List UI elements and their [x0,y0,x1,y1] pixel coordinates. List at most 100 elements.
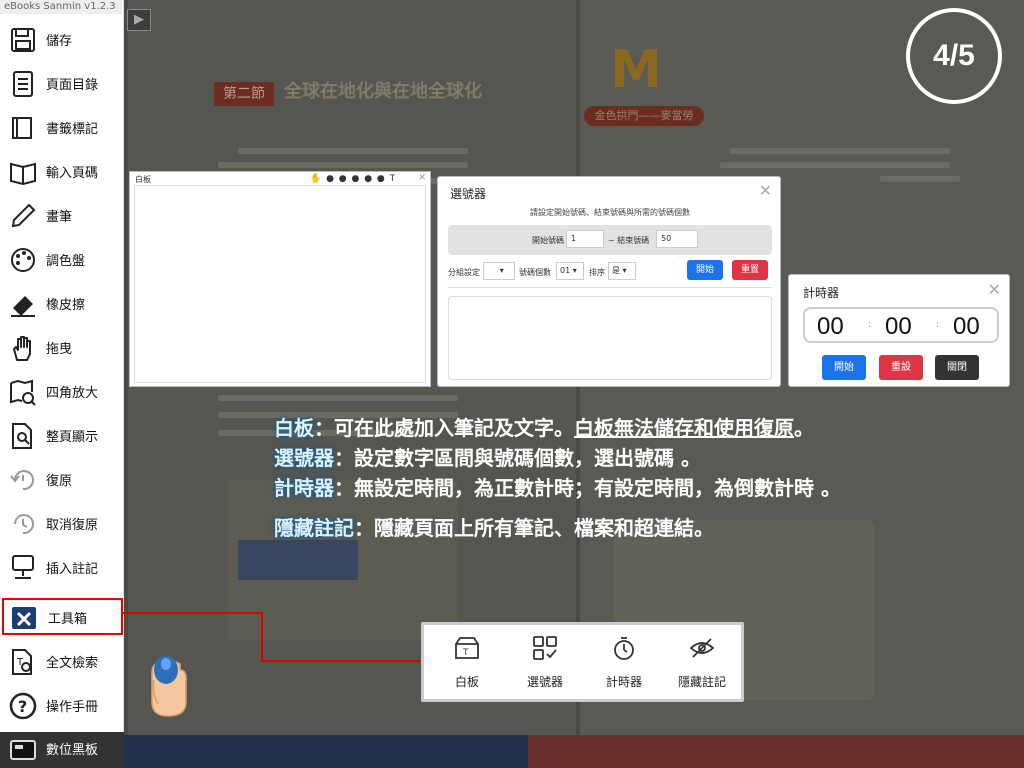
end-number-input[interactable]: 50 [656,230,698,248]
toolbox-hide-notes[interactable]: 隱藏註記 [667,635,737,695]
sidebar-item-label: 操作手冊 [46,700,99,715]
sidebar-item-label: 頁面目錄 [46,78,99,93]
sidebar-item-palette[interactable]: 調色盤 [0,238,124,282]
map-zoom-icon [10,379,36,406]
mcdonalds-logo-icon: M [610,40,662,100]
app-version: eBooks Sanmin v1.2.3 [0,0,122,14]
selector-icon [533,636,557,660]
timer-minutes[interactable]: 00 [885,313,912,341]
end-number-label: ~ 結束號碼 [608,236,650,245]
sidebar-item-save[interactable]: 儲存 [0,18,124,62]
sidebar-item-toolbox[interactable]: 工具箱 [2,598,123,635]
timer-close-button[interactable]: 關閉 [935,355,979,380]
bookmark-icon [12,117,32,139]
note-insert-icon [12,555,34,579]
timer-title: 計時器 [803,286,840,300]
start-number-input[interactable]: 1 [566,230,604,248]
sidebar-item-pen[interactable]: 畫筆 [0,194,124,238]
collapse-arrow-button[interactable]: ▶ [127,9,151,31]
timer-display[interactable]: 00 : 00 : 00 [803,307,999,343]
eraser-icon [11,296,35,317]
timer-seconds[interactable]: 00 [953,313,980,341]
order-label: 排序 [589,268,605,277]
selector-instruction: 請設定開始號碼、結束號碼與所需的號碼個數 [530,208,690,217]
close-icon[interactable]: ✕ [759,181,772,200]
group-label: 分組設定 [448,268,480,277]
undo-icon [10,470,34,491]
highlight-connector [123,612,263,662]
sidebar-item-label: 調色盤 [46,254,86,269]
reset-button[interactable]: 重置 [732,260,768,280]
palette-icon [11,248,35,272]
group-select[interactable]: ▾ [483,262,515,280]
sidebar-item-label: 拖曳 [46,342,73,357]
toolbox-whiteboard[interactable]: T 白板 [432,635,502,695]
close-icon[interactable]: ✕ [988,280,1001,299]
sidebar-item-label: 插入註記 [46,562,99,577]
blackboard-icon [10,740,36,760]
pen-icon [11,203,36,228]
sidebar-item-label: 書籤標記 [46,122,99,137]
save-icon [11,28,35,52]
sidebar-item-full-page[interactable]: 整頁顯示 [0,414,124,458]
start-button[interactable]: 開始 [687,260,723,280]
sidebar-item-insert-note[interactable]: 插入註記 [0,546,124,590]
sidebar-item-label: 全文檢索 [46,656,99,671]
range-row: 開始號碼 1 ~ 結束號碼 50 [448,225,772,255]
desc-key-selector: 選號器 [274,446,334,470]
sidebar-item-redo[interactable]: 取消復原 [0,502,124,546]
highlight-connector [261,660,423,662]
sidebar-item-eraser[interactable]: 橡皮擦 [0,282,124,326]
timer-hours[interactable]: 00 [817,313,844,341]
sidebar-item-page-list[interactable]: 頁面目錄 [0,62,124,106]
hand-icon [13,336,31,361]
book-open-icon [10,162,36,186]
sidebar-item-label: 儲存 [46,34,73,49]
sidebar-item-zoom[interactable]: 四角放大 [0,370,124,414]
sidebar-item-page-input[interactable]: 輸入頁碼 [0,150,124,194]
sidebar-item-label: 復原 [46,474,73,489]
sidebar-item-bookmark[interactable]: 書籤標記 [0,106,124,150]
sidebar-item-label: 橡皮擦 [46,298,86,313]
order-select[interactable]: 是 ▾ [608,262,636,280]
mouse-click-hand-icon [151,656,187,717]
whiteboard-tools[interactable]: ✋ ● ● ● ● ● T [310,174,396,184]
toolbox-selector[interactable]: 選號器 [510,635,580,695]
sidebar-item-undo[interactable]: 復原 [0,458,124,502]
sidebar-item-search[interactable]: T 全文檢索 [0,640,124,684]
selector-title: 選號器 [450,187,487,201]
sidebar-item-label: 畫筆 [46,210,73,225]
timer-icon [614,637,634,660]
sidebar-item-label: 輸入頁碼 [46,166,99,181]
sidebar-item-label: 取消復原 [46,518,99,533]
sidebar-item-blackboard[interactable]: 數位黑板 [0,732,124,768]
redo-icon [14,514,34,535]
whiteboard-panel: 白板 ✋ ● ● ● ● ● T ✕ [129,171,431,387]
section-tag: 第二節 [214,82,274,106]
sidebar: eBooks Sanmin v1.2.3 儲存 頁面目錄 書籤標記 輸入頁碼 畫… [0,0,124,768]
toolbox-icon [12,607,36,629]
toolbox-popup: T 白板 選號器 計時器 隱藏註記 [421,622,744,702]
text-search-icon: T [12,649,32,675]
whiteboard-title: 白板 [135,175,151,184]
toolbox-timer[interactable]: 計時器 [589,635,659,695]
sidebar-item-label: 四角放大 [46,386,99,401]
sidebar-item-drag[interactable]: 拖曳 [0,326,124,370]
svg-text:T: T [462,648,469,658]
timer-reset-button[interactable]: 重設 [879,355,923,380]
close-icon[interactable]: ✕ [418,173,426,183]
page-search-icon [12,423,32,449]
help-icon: ? [9,692,37,720]
result-area [448,296,772,380]
start-number-label: 開始號碼 [532,236,564,245]
desc-key-timer: 計時器 [274,476,334,500]
whiteboard-canvas[interactable] [134,185,426,383]
page-indicator: 4/5 [906,8,1002,104]
timer-start-button[interactable]: 開始 [822,355,866,380]
timer-panel: 計時器 ✕ 00 : 00 : 00 開始 重設 關閉 [788,274,1010,387]
count-select[interactable]: 01 ▾ [556,262,584,280]
desc-warning: 白板無法儲存和使用復原 [574,416,794,440]
sidebar-item-manual[interactable]: ? 操作手冊 [0,684,124,728]
logo-banner: 金色拱門——麥當勞 [584,106,704,126]
page-list-icon [13,71,33,97]
